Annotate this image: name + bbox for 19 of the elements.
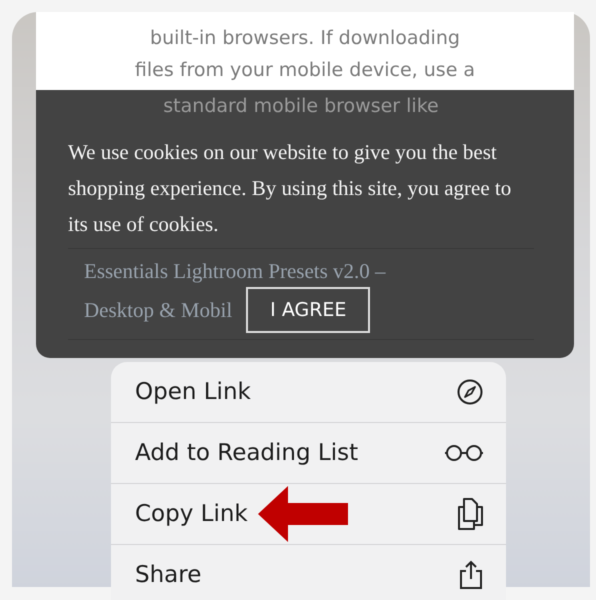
menu-item[interactable]: Share bbox=[111, 545, 506, 600]
menu-item[interactable]: Add to Reading List bbox=[111, 423, 506, 484]
compass-icon bbox=[456, 378, 484, 406]
product-link[interactable]: Desktop & Mobil bbox=[68, 294, 232, 326]
menu-item-label: Share bbox=[135, 562, 202, 588]
menu-item-label: Copy Link bbox=[135, 501, 248, 527]
share-icon bbox=[458, 560, 484, 590]
body-text: built-in browsers. If downloading bbox=[149, 26, 461, 51]
product-link[interactable]: Essentials Lightroom Presets v2.0 – bbox=[68, 255, 534, 287]
body-text: standard mobile browser like bbox=[162, 94, 440, 119]
copy-icon bbox=[456, 497, 484, 531]
glasses-icon bbox=[444, 443, 484, 463]
cookie-message: We use cookies on our website to give you the best shopping experience. By using this site, you agree to its use of cookies. bbox=[68, 139, 512, 238]
menu-item-label: Open Link bbox=[135, 379, 251, 405]
menu-item-label: Add to Reading List bbox=[135, 440, 358, 466]
agree-button[interactable]: I AGREE bbox=[246, 287, 370, 333]
menu-item[interactable]: Copy Link bbox=[111, 484, 506, 545]
menu-item[interactable]: Open Link bbox=[111, 362, 506, 423]
body-text: files from your mobile device, use a bbox=[134, 58, 476, 83]
